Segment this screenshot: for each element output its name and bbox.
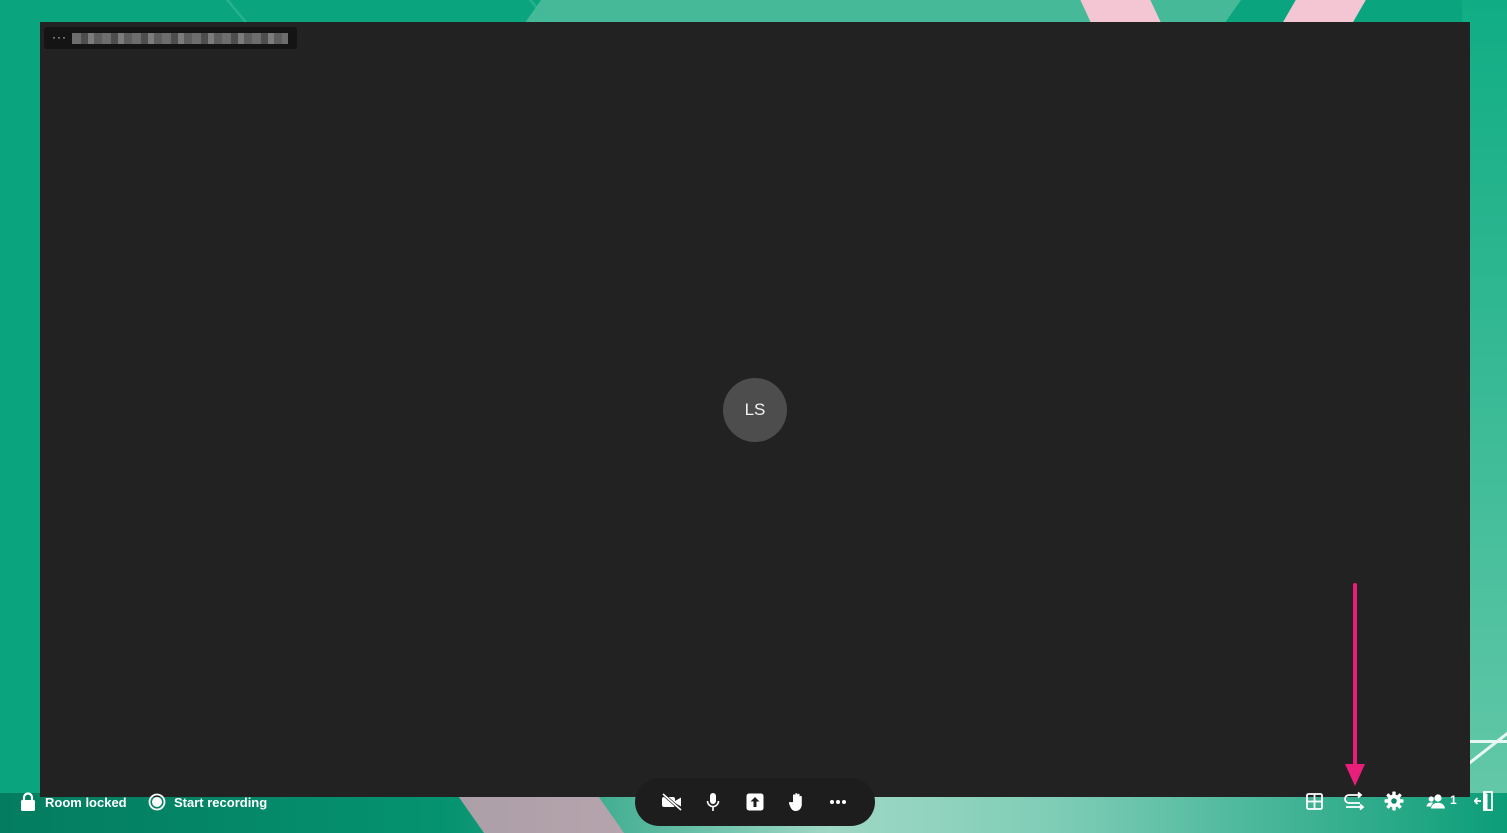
share-screen-icon bbox=[746, 793, 764, 811]
participants-icon bbox=[1426, 794, 1445, 809]
room-locked-label: Room locked bbox=[45, 794, 127, 810]
participant-avatar: LS bbox=[723, 378, 787, 442]
leave-room-button[interactable] bbox=[1472, 789, 1496, 813]
camera-off-button[interactable] bbox=[657, 787, 687, 817]
lock-icon bbox=[19, 792, 37, 812]
participants-count: 1 bbox=[1450, 793, 1457, 807]
participants-button[interactable] bbox=[1424, 789, 1448, 813]
grid-view-button[interactable] bbox=[1302, 789, 1326, 813]
more-options-icon bbox=[830, 800, 847, 804]
more-options-button[interactable] bbox=[823, 787, 853, 817]
call-controls-toolbar bbox=[635, 778, 875, 826]
start-recording-label: Start recording bbox=[174, 794, 268, 810]
annotation-arrow-head bbox=[1345, 764, 1365, 786]
participant-name-tag[interactable]: ··· bbox=[44, 27, 297, 49]
participant-name-redacted bbox=[72, 33, 288, 44]
breakout-rooms-button[interactable] bbox=[1342, 789, 1366, 813]
camera-off-icon bbox=[661, 793, 682, 811]
settings-button[interactable] bbox=[1382, 789, 1406, 813]
share-screen-button[interactable] bbox=[740, 787, 770, 817]
microphone-button[interactable] bbox=[698, 787, 728, 817]
raise-hand-button[interactable] bbox=[782, 787, 812, 817]
start-recording-button[interactable]: Start recording bbox=[148, 792, 267, 812]
gear-icon bbox=[1384, 791, 1404, 811]
name-tag-menu-icon[interactable]: ··· bbox=[52, 30, 67, 44]
record-icon bbox=[148, 793, 166, 811]
microphone-icon bbox=[707, 793, 720, 811]
grid-view-icon bbox=[1305, 792, 1323, 810]
exit-icon bbox=[1474, 791, 1493, 811]
breakout-rooms-icon bbox=[1344, 791, 1365, 811]
avatar-initials: LS bbox=[744, 400, 766, 419]
annotation-arrow-line bbox=[1353, 583, 1357, 765]
room-locked-status[interactable]: Room locked bbox=[19, 792, 127, 812]
raise-hand-icon bbox=[788, 793, 802, 811]
